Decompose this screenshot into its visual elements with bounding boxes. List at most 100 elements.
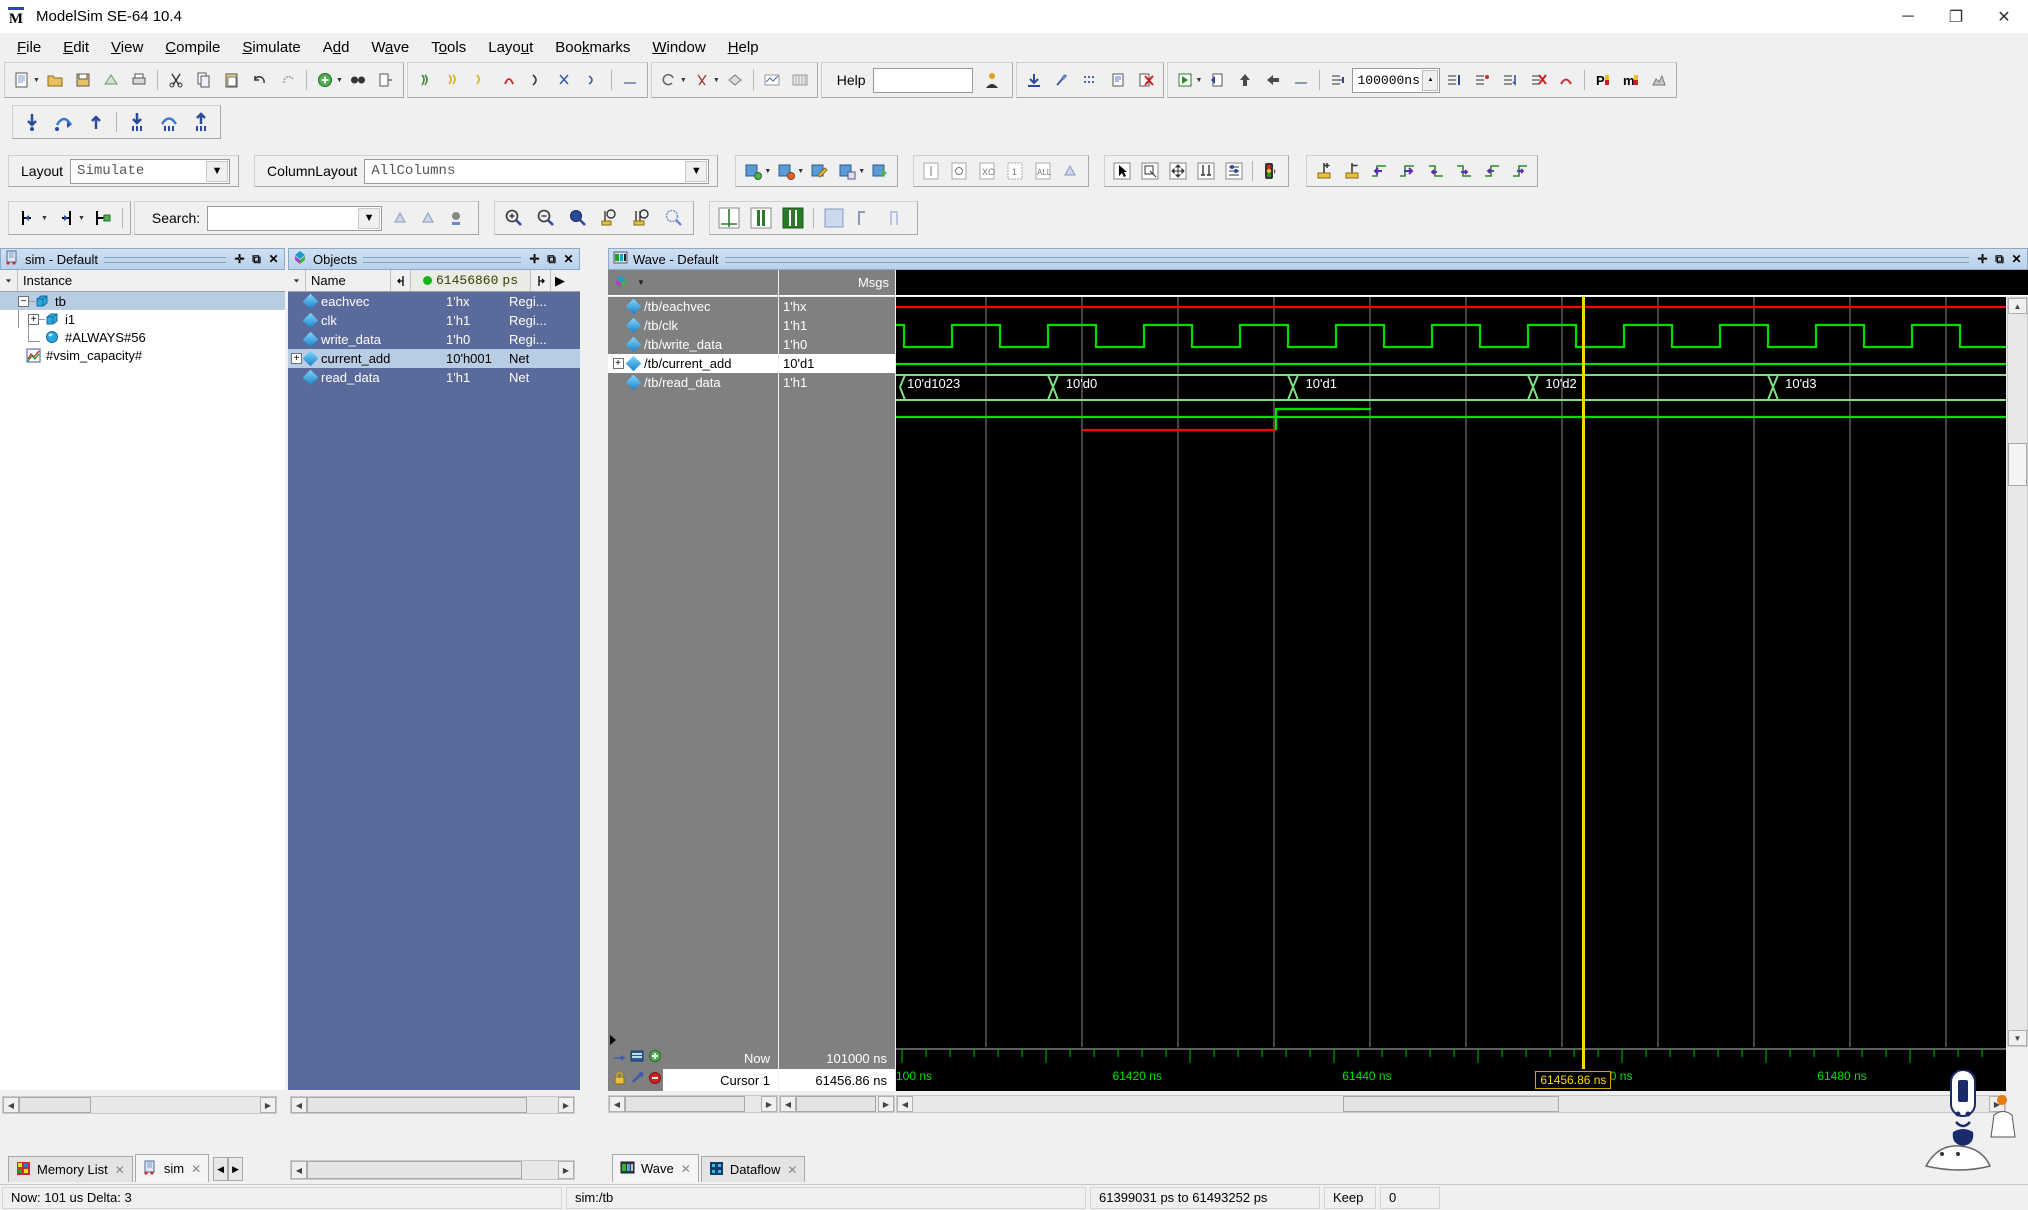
objects-list[interactable]: eachvec 1'hx Regi... clk 1'h1 Regi... wr…	[288, 292, 580, 1090]
tab-wave[interactable]: Wave ✕	[612, 1154, 699, 1182]
find-rising-prev-icon[interactable]	[1479, 158, 1505, 184]
cursor-measure-icon[interactable]	[1193, 158, 1219, 184]
save-icon[interactable]	[70, 67, 96, 93]
objects-panel-drag-handle[interactable]	[363, 249, 521, 269]
find-icon[interactable]	[345, 67, 371, 93]
wave-mode-3-icon[interactable]	[778, 205, 808, 231]
wave-panel-drag-handle[interactable]	[724, 249, 1970, 269]
wave-edit-icon[interactable]	[806, 158, 832, 184]
sim-sort-chevron-down-icon[interactable]	[0, 270, 18, 291]
run-length-spinner[interactable]: ▲	[1422, 69, 1439, 91]
menu-add[interactable]: Add	[312, 37, 361, 58]
objects-hscroll-right-arrow-icon[interactable]: ▶	[558, 1097, 574, 1113]
break-run-icon[interactable]	[1553, 67, 1579, 93]
wave-name-row[interactable]: /tb/eachvec	[608, 297, 778, 316]
radix-hex-icon[interactable]: XO	[974, 158, 1000, 184]
radix-all-icon[interactable]: ALL	[1030, 158, 1056, 184]
tree-row[interactable]: #vsim_capacity#	[0, 346, 285, 364]
zoom-range-icon[interactable]	[627, 205, 657, 231]
wave-canvas-hscrollbar[interactable]: ◀ ▶	[896, 1095, 2006, 1113]
wave-values-hscroll-track[interactable]	[796, 1096, 878, 1112]
sim-hscroll-track[interactable]	[19, 1097, 260, 1113]
objects-row[interactable]: eachvec 1'hx Regi...	[288, 292, 580, 311]
objects-hscroll-left-arrow-icon[interactable]: ◀	[291, 1097, 307, 1113]
objects-bottom-right-arrow-icon[interactable]: ▶	[558, 1161, 574, 1179]
wave-grid3-icon[interactable]	[883, 205, 913, 231]
wave-compile-icon[interactable]	[617, 67, 643, 93]
run-icon[interactable]	[1172, 67, 1198, 93]
zoom-select-icon[interactable]	[1137, 158, 1163, 184]
search-next-icon[interactable]	[415, 205, 441, 231]
wave-canvas-hscroll-right-arrow-icon[interactable]: ▶	[1989, 1096, 2005, 1112]
objects-row[interactable]: write_data 1'h0 Regi...	[288, 330, 580, 349]
zoom-out-icon[interactable]	[531, 205, 561, 231]
wave-prefs-icon[interactable]	[1221, 158, 1247, 184]
objects-bottom-track[interactable]	[307, 1161, 558, 1179]
menu-view[interactable]: View	[100, 37, 154, 58]
wave-signal-names[interactable]: /tb/eachvec /tb/clk /tb/write_data + /tb…	[608, 297, 778, 1047]
sim-panel-dock-icon[interactable]: ✛	[232, 252, 247, 267]
tree-row[interactable]: + i1	[0, 310, 285, 328]
menu-help[interactable]: Help	[717, 37, 770, 58]
menu-edit[interactable]: Edit	[52, 37, 100, 58]
wave-values-hscroll-thumb[interactable]	[796, 1096, 876, 1112]
menu-bookmarks[interactable]: Bookmarks	[544, 37, 641, 58]
radix-bin-icon[interactable]	[918, 158, 944, 184]
undo-icon[interactable]	[247, 67, 273, 93]
menu-tools[interactable]: Tools	[420, 37, 477, 58]
step-over-inst-icon[interactable]	[154, 107, 184, 137]
step-into-icon[interactable]	[17, 107, 47, 137]
objects-row[interactable]: clk 1'h1 Regi...	[288, 311, 580, 330]
copy-icon[interactable]	[191, 67, 217, 93]
find-next-edge-icon[interactable]	[1395, 158, 1421, 184]
menu-simulate[interactable]: Simulate	[231, 37, 311, 58]
wave-mode-1-icon[interactable]	[714, 205, 744, 231]
menu-window[interactable]: Window	[641, 37, 716, 58]
current-add-expander-expand-icon[interactable]: +	[291, 353, 302, 364]
reload-icon[interactable]	[98, 67, 124, 93]
restart-icon[interactable]	[580, 67, 606, 93]
zoom-in-icon[interactable]	[499, 205, 529, 231]
graph-icon[interactable]	[759, 67, 785, 93]
wave-canvas-hscroll-left-arrow-icon[interactable]: ◀	[897, 1096, 913, 1112]
simulate-opt-icon[interactable]	[524, 67, 550, 93]
stack-icon[interactable]	[722, 67, 748, 93]
open-folder-icon[interactable]	[42, 67, 68, 93]
cursor-config-icon[interactable]	[630, 1071, 645, 1090]
search-input[interactable]: ▼	[207, 205, 383, 231]
wave-values-hscroll-right-arrow-icon[interactable]: ▶	[878, 1096, 894, 1112]
sim-hscroll-thumb[interactable]	[19, 1097, 91, 1113]
break-icon[interactable]	[552, 67, 578, 93]
remove-cursor-icon[interactable]	[1339, 158, 1365, 184]
close-button[interactable]: ✕	[1980, 0, 2028, 33]
step-into-inst-icon[interactable]	[122, 107, 152, 137]
find-falling-edge-icon[interactable]	[1423, 158, 1449, 184]
expand-selected-icon[interactable]	[87, 205, 117, 231]
tree-row[interactable]: #ALWAYS#56	[0, 324, 285, 346]
wave-name-row[interactable]: + /tb/current_add	[608, 354, 778, 373]
print-icon[interactable]	[126, 67, 152, 93]
maximize-button[interactable]: ❐	[1932, 0, 1980, 33]
objects-bottom-scrollbar[interactable]: ◀ ▶	[290, 1160, 575, 1180]
wave-now-window-icon[interactable]	[630, 1049, 645, 1068]
sim-hscroll-right-arrow-icon[interactable]: ▶	[260, 1097, 276, 1113]
expand-all-icon[interactable]	[50, 205, 80, 231]
objects-header-name[interactable]: Name	[306, 270, 391, 291]
wave-grid2-icon[interactable]	[851, 205, 881, 231]
run-continue-icon[interactable]	[1469, 67, 1495, 93]
new-file-icon[interactable]	[9, 67, 35, 93]
wave-names-hscrollbar[interactable]: ◀ ▶	[608, 1095, 778, 1113]
wave-grid-icon[interactable]	[819, 205, 849, 231]
wave-names-hscroll-right-arrow-icon[interactable]: ▶	[761, 1096, 777, 1112]
columnlayout-chevron-down-icon[interactable]: ▼	[685, 160, 708, 182]
wave-insert-icon[interactable]	[740, 158, 766, 184]
tab-close-icon[interactable]: ✕	[681, 1162, 691, 1176]
tree-row[interactable]: − tb	[0, 292, 285, 310]
find-rising-next-icon[interactable]	[1507, 158, 1533, 184]
runlen-icon[interactable]	[1325, 67, 1351, 93]
wave-names-hscroll-track[interactable]	[625, 1096, 761, 1112]
wave-export-icon[interactable]	[867, 158, 893, 184]
wave-dots-icon[interactable]	[1077, 67, 1103, 93]
wave-delete2-icon[interactable]	[773, 158, 799, 184]
pan-icon[interactable]	[1165, 158, 1191, 184]
